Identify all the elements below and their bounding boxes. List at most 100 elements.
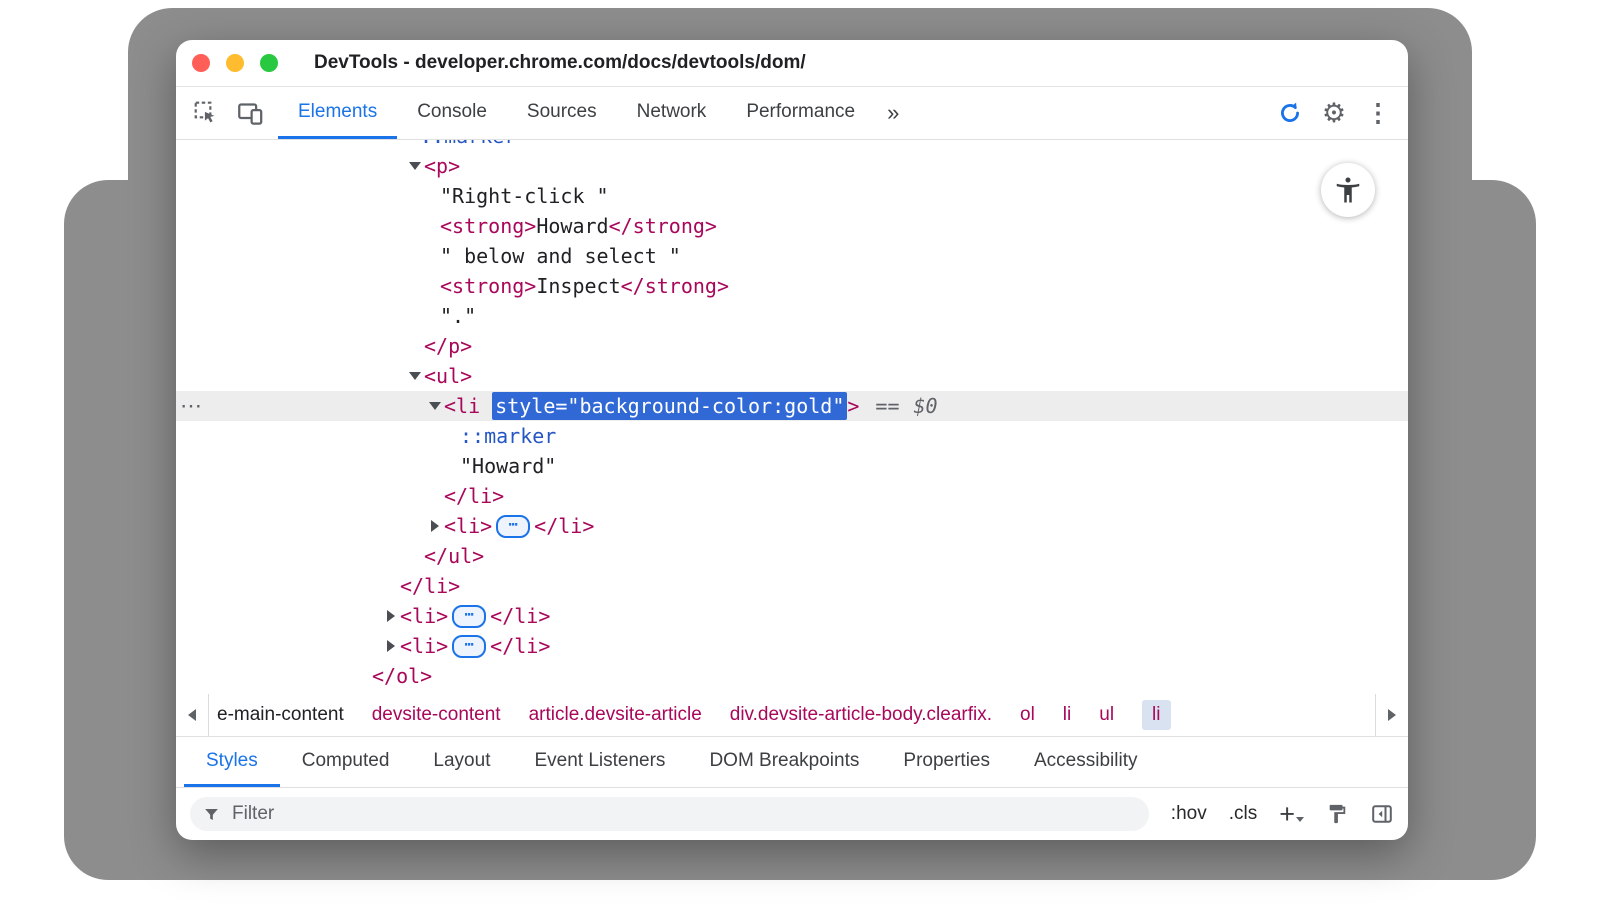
- collapsed-content-button[interactable]: ⋯: [496, 515, 530, 538]
- tree-line-text[interactable]: ".": [176, 301, 1408, 331]
- filter-input[interactable]: [230, 802, 1137, 826]
- expand-arrow-icon[interactable]: [382, 631, 400, 661]
- pseudo-marker-token: ::marker: [420, 140, 516, 148]
- elements-panel: ::marker <p> "Right-click " <strong>Howa…: [176, 140, 1408, 694]
- tree-line-text[interactable]: "Right-click ": [176, 181, 1408, 211]
- tree-line-ul-close[interactable]: </ul>: [176, 541, 1408, 571]
- chevron-left-icon: [188, 709, 196, 721]
- tag-token: </li>: [444, 484, 504, 508]
- tree-line-ul-open[interactable]: <ul>: [176, 361, 1408, 391]
- accessibility-fab[interactable]: [1321, 163, 1375, 217]
- collapse-arrow-icon[interactable]: [426, 391, 444, 421]
- collapsed-content-button[interactable]: ⋯: [452, 635, 486, 658]
- tab-accessibility[interactable]: Accessibility: [1012, 737, 1159, 787]
- tree-line-collapsed-li[interactable]: <li>⋯</li>: [176, 601, 1408, 631]
- pseudo-marker-token: ::marker: [460, 424, 556, 448]
- tree-line-ol-close[interactable]: </ol>: [176, 661, 1408, 691]
- minimize-window-button[interactable]: [226, 54, 244, 72]
- breadcrumb-bar: e-main-content devsite-content article.d…: [176, 694, 1408, 737]
- tree-line-text[interactable]: "Howard": [176, 451, 1408, 481]
- rendering-emulation-button[interactable]: [1326, 803, 1348, 825]
- tab-elements[interactable]: Elements: [278, 87, 397, 139]
- tab-styles[interactable]: Styles: [184, 737, 280, 787]
- more-tabs-button[interactable]: »: [875, 87, 911, 139]
- breadcrumb-item[interactable]: ul: [1099, 704, 1114, 726]
- equals-token: ==: [875, 394, 899, 418]
- text-node: Inspect: [536, 274, 620, 298]
- text-node: ".": [440, 304, 476, 328]
- panel-tab-strip: Elements Console Sources Network Perform…: [278, 87, 875, 139]
- tree-line-clipped[interactable]: ::marker: [176, 140, 1408, 151]
- device-toolbar-icon: [237, 100, 264, 127]
- expand-arrow-icon[interactable]: [382, 601, 400, 631]
- breadcrumb-scroll-left-button[interactable]: [176, 694, 209, 736]
- toggle-device-toolbar-button[interactable]: [228, 87, 272, 139]
- tab-network[interactable]: Network: [617, 87, 727, 139]
- breadcrumb-item-selected[interactable]: li: [1142, 700, 1170, 730]
- toggle-element-state-button[interactable]: :hov: [1171, 803, 1207, 825]
- tree-line-p-open[interactable]: <p>: [176, 151, 1408, 181]
- selected-attribute-editor[interactable]: style="background-color:gold": [492, 392, 847, 420]
- inspect-element-button[interactable]: [184, 87, 228, 139]
- expand-arrow-icon[interactable]: [426, 511, 444, 541]
- tab-event-listeners[interactable]: Event Listeners: [512, 737, 687, 787]
- accessibility-person-icon: [1333, 175, 1363, 205]
- tag-token: <p>: [424, 154, 460, 178]
- collapse-panel-button[interactable]: [1370, 802, 1394, 826]
- dollar-zero-token: $0: [914, 394, 938, 418]
- tree-line-p-close[interactable]: </p>: [176, 331, 1408, 361]
- caret-down-icon: [1296, 817, 1304, 822]
- tab-layout[interactable]: Layout: [411, 737, 512, 787]
- paint-format-icon: [1326, 803, 1348, 825]
- breadcrumb-item[interactable]: article.devsite-article: [529, 704, 702, 726]
- tree-line-collapsed-li[interactable]: <li>⋯</li>: [176, 631, 1408, 661]
- breadcrumb-item[interactable]: e-main-content: [217, 704, 344, 726]
- tab-computed[interactable]: Computed: [280, 737, 412, 787]
- sidebar-tab-strip: Styles Computed Layout Event Listeners D…: [176, 737, 1408, 788]
- text-node: "Howard": [460, 454, 556, 478]
- tree-line-li-close[interactable]: </li>: [176, 571, 1408, 601]
- tree-line-strong-inspect[interactable]: <strong>Inspect</strong>: [176, 271, 1408, 301]
- tag-token: </strong>: [621, 274, 729, 298]
- tree-line-li-close[interactable]: </li>: [176, 481, 1408, 511]
- tab-dom-breakpoints[interactable]: DOM Breakpoints: [687, 737, 881, 787]
- tree-line-collapsed-li[interactable]: <li>⋯</li>: [176, 511, 1408, 541]
- breadcrumb-item[interactable]: ol: [1020, 704, 1035, 726]
- tab-sources[interactable]: Sources: [507, 87, 617, 139]
- breadcrumb-item[interactable]: div.devsite-article-body.clearfix.: [730, 704, 992, 726]
- toolbar-right-controls: ⚙ ⋮: [1268, 87, 1408, 139]
- tag-token: <li>: [444, 514, 492, 538]
- close-window-button[interactable]: [192, 54, 210, 72]
- breadcrumb-item[interactable]: devsite-content: [372, 704, 501, 726]
- ellipsis-icon: ⋯: [465, 637, 474, 652]
- screencast-button[interactable]: [1268, 100, 1312, 126]
- collapse-arrow-icon[interactable]: [406, 151, 424, 181]
- element-classes-button[interactable]: .cls: [1229, 803, 1258, 825]
- zoom-window-button[interactable]: [260, 54, 278, 72]
- tag-token: <li>: [400, 604, 448, 628]
- tag-token: <strong>: [440, 274, 536, 298]
- breadcrumb-item[interactable]: li: [1063, 704, 1071, 726]
- customize-devtools-button[interactable]: ⋮: [1356, 101, 1400, 126]
- text-node: " below and select ": [440, 244, 681, 268]
- collapse-panel-icon: [1370, 802, 1394, 826]
- tree-line-selected-li[interactable]: ⋯ <li style="background-color:gold"> == …: [176, 391, 1408, 421]
- more-actions-icon[interactable]: ⋯: [180, 391, 201, 421]
- settings-button[interactable]: ⚙: [1312, 100, 1356, 127]
- tab-performance[interactable]: Performance: [726, 87, 875, 139]
- tab-console[interactable]: Console: [397, 87, 507, 139]
- tag-token: </strong>: [609, 214, 717, 238]
- devtools-toolbar: Elements Console Sources Network Perform…: [176, 87, 1408, 140]
- collapse-arrow-icon[interactable]: [406, 361, 424, 391]
- chevron-right-icon: [1388, 709, 1396, 721]
- tree-line-text[interactable]: " below and select ": [176, 241, 1408, 271]
- ellipsis-icon: ⋯: [465, 607, 474, 622]
- tree-line-marker[interactable]: ::marker: [176, 421, 1408, 451]
- breadcrumb-scroll-right-button[interactable]: [1375, 694, 1408, 736]
- tree-line-strong-howard[interactable]: <strong>Howard</strong>: [176, 211, 1408, 241]
- tab-properties[interactable]: Properties: [881, 737, 1012, 787]
- collapsed-content-button[interactable]: ⋯: [452, 605, 486, 628]
- ellipsis-icon: ⋯: [509, 517, 518, 532]
- new-style-rule-button[interactable]: +: [1279, 804, 1304, 824]
- filter-field[interactable]: [190, 797, 1149, 831]
